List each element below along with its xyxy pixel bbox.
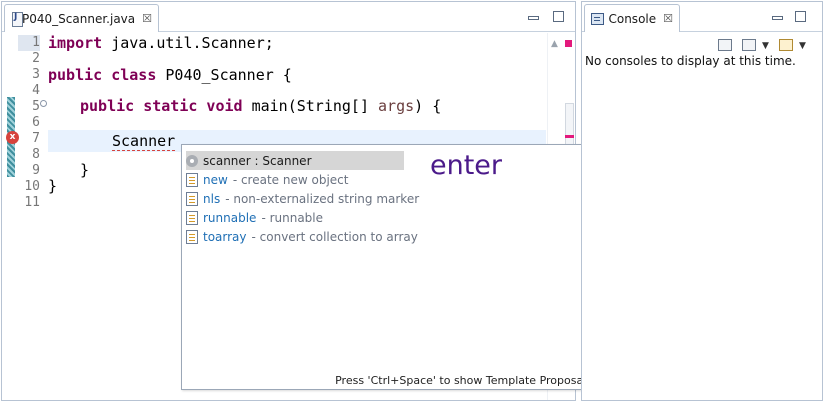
line-number: 10 (24, 179, 40, 194)
fold-collapse-icon[interactable] (40, 100, 47, 107)
scroll-up-icon[interactable]: ▲ (551, 39, 558, 49)
pin-console-icon[interactable] (718, 39, 732, 51)
minimize-icon[interactable] (772, 16, 783, 20)
line-number: 3 (32, 67, 40, 82)
overlay-annotation: enter (430, 150, 503, 181)
code-line-3: public class P040_Scanner { (48, 66, 292, 84)
content-assist-popup: scanner : Scanner new - create new objec… (181, 144, 597, 390)
proposal-item[interactable]: new - create new object (186, 170, 348, 189)
line-number-gutter: x 1 2 3 4 5 6 7 8 9 10 11 (2, 33, 47, 400)
line-number: 2 (32, 51, 40, 66)
editor-tab-bar: *P040_Scanner.java ☒ (2, 2, 575, 32)
console-icon (591, 12, 605, 25)
chevron-down-icon[interactable]: ▼ (799, 41, 806, 51)
code-line-9: } (80, 161, 90, 179)
line-number: 9 (32, 163, 40, 178)
code-line-7: Scanner (112, 130, 176, 152)
template-icon (186, 191, 198, 206)
proposal-item[interactable]: scanner : Scanner (186, 151, 404, 170)
line-number: 5 (32, 99, 40, 114)
line-number: 11 (24, 195, 40, 210)
chevron-down-icon[interactable]: ▼ (762, 41, 769, 51)
local-variable-icon (186, 154, 198, 167)
close-tab-icon[interactable]: ☒ (663, 12, 673, 25)
code-line-1: import java.util.Scanner; (48, 34, 274, 52)
ide-window: *P040_Scanner.java ☒ x 1 2 3 4 5 6 7 8 9… (0, 0, 824, 402)
open-console-icon[interactable] (779, 39, 793, 51)
template-icon (186, 229, 198, 244)
content-assist-footer: Press 'Ctrl+Space' to show Template Prop… (335, 374, 592, 387)
line-number: 1 (18, 35, 40, 51)
error-underline: Scanner (112, 132, 176, 151)
error-overview-marker[interactable] (565, 135, 574, 138)
minimize-icon[interactable] (528, 16, 539, 20)
line-number: 6 (32, 115, 40, 130)
code-line-10: } (48, 177, 58, 195)
console-empty-message: No consoles to display at this time. (585, 54, 796, 68)
line-number: 8 (32, 147, 40, 162)
proposal-item[interactable]: toarray - convert collection to array (186, 227, 418, 246)
java-file-icon (11, 11, 24, 27)
line-number: 7 (32, 131, 40, 146)
editor-tab-title: *P040_Scanner.java (16, 11, 136, 26)
console-tab-bar: Console ☒ (582, 2, 822, 32)
template-icon (186, 210, 198, 225)
console-toolbar: ▼ ▼ (582, 33, 822, 55)
template-icon (186, 172, 198, 187)
console-tab-title: Console (608, 11, 657, 26)
line-number: 4 (32, 83, 40, 98)
error-overview-icon[interactable] (565, 40, 572, 47)
maximize-icon[interactable] (553, 11, 564, 22)
editor-tab[interactable]: *P040_Scanner.java ☒ (4, 4, 159, 32)
display-selected-console-icon[interactable] (742, 39, 756, 51)
close-tab-icon[interactable]: ☒ (142, 12, 152, 25)
proposal-item[interactable]: runnable - runnable (186, 208, 323, 227)
console-tab[interactable]: Console ☒ (584, 4, 680, 32)
proposal-item[interactable]: nls - non-externalized string marker (186, 189, 419, 208)
code-line-5: public static void main(String[] args) { (80, 97, 442, 115)
maximize-icon[interactable] (795, 11, 806, 22)
console-panel: Console ☒ ▼ ▼ No consoles to display at … (581, 1, 823, 401)
